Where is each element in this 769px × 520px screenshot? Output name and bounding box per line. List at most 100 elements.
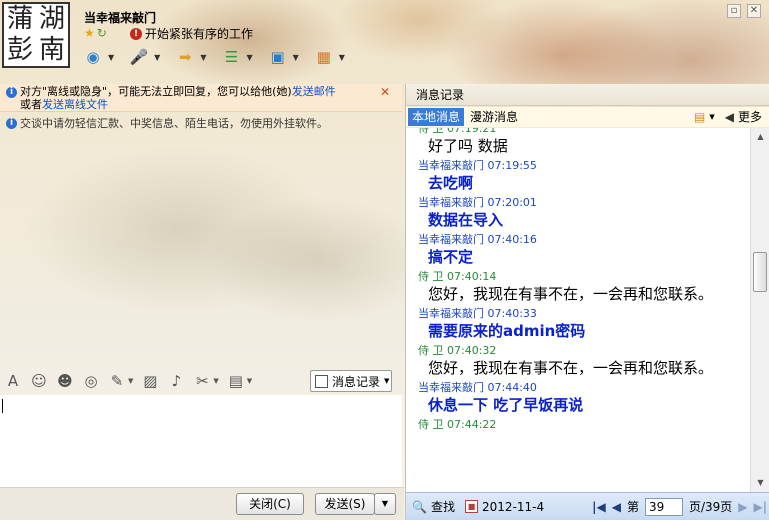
contact-name[interactable]: 当幸福来敲门	[84, 9, 156, 26]
more-tools-icon[interactable]: ▤	[227, 372, 245, 390]
chevron-down-icon[interactable]: ▼	[200, 53, 206, 62]
history-title: 消息记录	[406, 84, 769, 106]
screenshot-icon[interactable]: ✂	[193, 372, 211, 390]
app-button[interactable]: ▦ ▼	[311, 44, 345, 70]
chevron-down-icon[interactable]: ▼	[247, 377, 252, 385]
message-header: 当幸福来敲门 07:44:40	[418, 381, 750, 395]
image-icon[interactable]: ▨	[141, 372, 159, 390]
send-email-link[interactable]: 发送邮件	[292, 85, 336, 98]
send-file-button[interactable]: ➡ ▼	[172, 44, 206, 70]
offline-notice: i 对方"离线或隐身"，可能无法立即回复，您可以给他(她)发送邮件 或者发送离线…	[0, 84, 402, 112]
more-link[interactable]: 更多	[738, 108, 762, 125]
partial-message-header: 侍 卫 07:19:21	[418, 128, 497, 135]
emoji-icon[interactable]: ☺	[30, 372, 48, 390]
message-record-button[interactable]: 消息记录 ▼	[310, 370, 392, 392]
history-search-button[interactable]: 🔍 查找	[406, 498, 455, 515]
signature-icon: !	[130, 27, 142, 40]
tab-local-messages[interactable]: 本地消息	[408, 108, 465, 126]
restore-button[interactable]: ▫	[727, 4, 741, 18]
history-tabs: 本地消息 漫游消息 ▤ ▼ ◀ 更多	[406, 107, 769, 127]
send-button[interactable]: 发送(S)	[315, 493, 375, 515]
create-discussion-button[interactable]: ☰ ▼	[218, 44, 253, 70]
last-page-icon[interactable]: ▶|	[754, 500, 768, 514]
remote-assist-button[interactable]: ▣ ▼	[265, 44, 299, 70]
info-icon: i	[6, 87, 17, 98]
chevron-down-icon[interactable]: ▼	[339, 53, 345, 62]
signature-text: 开始紧张有序的工作	[145, 27, 254, 41]
message-time: 07:40:33	[487, 307, 537, 320]
next-page-icon[interactable]: ▶	[738, 500, 747, 514]
window-controls: ▫ ✕	[727, 4, 761, 18]
message-header: 侍 卫 07:40:32	[418, 344, 750, 358]
partial-message-header: 侍 卫 07:44:22	[418, 418, 497, 431]
date-value: 2012-11-4	[481, 499, 545, 514]
scroll-up-icon[interactable]: ▲	[751, 128, 769, 146]
video-call-button[interactable]: ◉ ▼	[80, 44, 114, 70]
message-text: 搞不定	[428, 248, 474, 266]
scroll-thumb[interactable]	[753, 252, 767, 292]
message-time: 07:19:55	[487, 159, 537, 172]
chat-window: 蒲 湖 彭 南 当幸福来敲门 ★ ↻ ! 开始紧张有序的工作 ▫ ✕ ◉ ▼ 🎤 ▼ ➡…	[0, 0, 769, 520]
message-sender: 当幸福来敲门	[418, 196, 484, 209]
message-header: 当幸福来敲门 07:40:16	[418, 233, 750, 247]
info-icon: i	[6, 118, 17, 129]
page-suffix: 页/39页	[688, 500, 733, 514]
page-number-input[interactable]: 39	[644, 497, 683, 516]
avatar-char: 湖	[38, 4, 65, 34]
message-header: 当幸福来敲门 07:20:01	[418, 196, 750, 210]
message-text: 您好，我现在有事不在，一会再和您联系。	[428, 285, 714, 303]
message-sender: 当幸福来敲门	[418, 381, 484, 394]
message-sender: 当幸福来敲门	[418, 159, 484, 172]
chevron-down-icon[interactable]: ▼	[246, 53, 252, 62]
message-text: 去吃啊	[428, 174, 474, 192]
message-time: 07:20:01	[487, 196, 537, 209]
message-sender: 当幸福来敲门	[418, 233, 484, 246]
chat-toolbar: ◉ ▼ 🎤 ▼ ➡ ▼ ☰ ▼ ▣ ▼ ▦ ▼	[80, 44, 345, 70]
first-page-icon[interactable]: |◀	[592, 500, 606, 514]
close-button[interactable]: 关闭(C)	[236, 493, 304, 515]
star-icon: ★	[84, 26, 95, 40]
send-offline-file-link[interactable]: 发送离线文件	[42, 98, 108, 111]
chevron-down-icon[interactable]: ▼	[128, 377, 133, 385]
music-icon[interactable]: ♪	[167, 372, 185, 390]
notice-text: 对方"离线或隐身"，可能无法立即回复，您可以给他(她)发送邮件 或者发送离线文件	[20, 85, 336, 111]
message-input[interactable]	[0, 395, 402, 487]
search-label: 查找	[430, 500, 455, 514]
send-bar: 关闭(C) 发送(S) ▼	[0, 487, 404, 520]
avatar-char: 南	[38, 35, 65, 65]
history-message-list: 侍 卫 07:19:21 好了吗 数据 当幸福来敲门 07:19:55 去吃啊 当幸福…	[406, 128, 750, 492]
tab-roaming-messages[interactable]: 漫游消息	[466, 108, 522, 126]
tip-text: 交谈中请勿轻信汇款、中奖信息、陌生电话，勿使用外挂软件。	[20, 117, 328, 130]
prev-page-icon[interactable]: ◀	[612, 500, 621, 514]
font-icon[interactable]: A	[4, 372, 22, 390]
close-window-button[interactable]: ✕	[747, 4, 761, 18]
speaker-icon[interactable]: ◀	[725, 110, 734, 124]
page-prefix: 第	[626, 500, 639, 514]
doodle-icon[interactable]: ✎	[108, 372, 126, 390]
close-notice-icon[interactable]: ✕	[380, 86, 390, 99]
export-icon[interactable]: ▤	[694, 110, 705, 124]
message-time: 07:40:32	[447, 344, 497, 357]
scroll-down-icon[interactable]: ▼	[751, 474, 769, 492]
contact-avatar[interactable]: 蒲 湖 彭 南	[2, 2, 70, 68]
chevron-down-icon[interactable]: ▼	[108, 53, 114, 62]
magic-face-icon[interactable]: ☻	[56, 372, 74, 390]
date-picker[interactable]: ■ 2012-11-4	[464, 499, 545, 514]
input-toolbar: A ☺ ☻ ◎ ✎ ▼ ▨ ♪ ✂ ▼ ▤ ▼ 消息记录 ▼	[0, 368, 402, 394]
message-history-panel: 消息记录 本地消息 漫游消息 ▤ ▼ ◀ 更多 侍 卫 07:19:21 好了吗…	[405, 84, 769, 520]
chevron-down-icon[interactable]: ▼	[213, 377, 218, 385]
send-options-button[interactable]: ▼	[374, 493, 396, 515]
voice-call-button[interactable]: 🎤 ▼	[126, 44, 161, 70]
message-text: 您好，我现在有事不在，一会再和您联系。	[428, 359, 714, 377]
contact-signature: ! 开始紧张有序的工作	[130, 25, 253, 42]
pager: |◀ ◀ 第 39 页/39页 ▶ ▶|	[592, 497, 768, 516]
security-tip: i 交谈中请勿轻信汇款、中奖信息、陌生电话，勿使用外挂软件。	[0, 116, 402, 132]
history-scrollbar[interactable]: ▲ ▼	[750, 128, 769, 492]
chevron-down-icon[interactable]: ▼	[293, 53, 299, 62]
shake-icon[interactable]: ◎	[82, 372, 100, 390]
video-call-icon: ◉	[86, 48, 100, 66]
avatar-char: 蒲	[6, 4, 33, 34]
chevron-down-icon[interactable]: ▼	[709, 113, 714, 121]
record-icon	[315, 374, 328, 388]
chevron-down-icon[interactable]: ▼	[154, 53, 160, 62]
